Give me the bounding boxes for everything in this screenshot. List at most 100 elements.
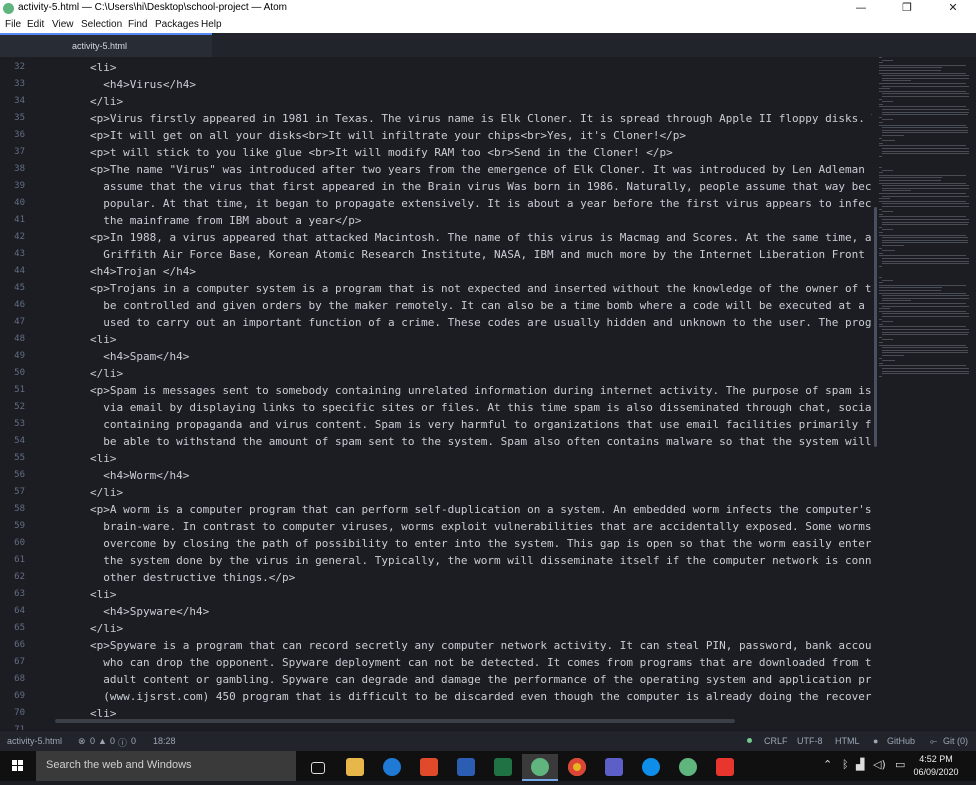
line-number: 36 [14,130,25,140]
code-line[interactable]: <p>Virus firstly appeared in 1981 in Tex… [90,110,872,127]
code-line[interactable]: the mainframe from IBM about a year</p> [90,212,361,229]
taskbar-clock[interactable]: 4:52 PM 06/09/2020 [912,753,960,779]
code-line[interactable]: containing propaganda and virus content.… [90,416,872,433]
taskbar-anydesk[interactable] [707,754,743,781]
horizontal-scrollbar[interactable] [55,719,735,723]
github-button[interactable]: GitHub [887,736,915,746]
code-line[interactable]: </li> [90,620,123,637]
taskbar-excel[interactable] [485,754,521,781]
editor-pane[interactable]: 32 33 34 35 36 37 38 39 40 41 42 43 44 45 46 47 48 49 50 51… [0,57,976,735]
code-line[interactable]: <p>Spyware is a program that can record … [90,637,872,654]
code-line[interactable]: (www.ijsrst.com) 450 program that is dif… [90,688,872,705]
task-view-button[interactable] [300,754,336,781]
menu-selection[interactable]: Selection [81,19,122,30]
code-line[interactable]: <p>A worm is a computer program that can… [90,501,872,518]
encoding[interactable]: UTF-8 [797,736,823,746]
taskbar-chrome[interactable] [559,754,595,781]
code-line[interactable]: assume that the virus that first appeare… [90,178,872,195]
action-center-icon[interactable]: ▭ [895,758,905,771]
line-number: 65 [14,623,25,633]
minimap-line [882,321,893,323]
code-line[interactable]: <p>Spam is messages sent to somebody con… [90,382,872,399]
status-file-name[interactable]: activity-5.html [7,736,62,746]
minimap-line [879,357,882,359]
volume-icon[interactable]: ◁) [873,758,886,771]
line-ending[interactable]: CRLF [764,736,788,746]
code-line[interactable]: <p>In 1988, a virus appeared that attack… [90,229,872,246]
code-line[interactable]: <p>t will stick to you like glue <br>It … [90,144,673,161]
tray-overflow-icon[interactable]: ⌃ [823,758,832,771]
minimap-line [882,339,893,341]
code-line[interactable]: brain-ware. In contrast to computer viru… [90,518,872,535]
minimap[interactable] [878,57,976,397]
code-line[interactable]: <li> [90,586,117,603]
network-icon[interactable]: ▟ [856,758,864,771]
code-line[interactable]: adult content or gambling. Spyware can d… [90,671,872,688]
cursor-position[interactable]: 18:28 [153,736,176,746]
start-button[interactable] [0,751,36,781]
code-line[interactable]: <p>The name "Virus" was introduced after… [90,161,872,178]
menu-packages[interactable]: Packages [155,19,199,30]
code-line[interactable]: </li> [90,365,123,382]
menu-find[interactable]: Find [128,19,147,30]
minimize-button[interactable]: — [838,0,884,17]
git-button[interactable]: Git (0) [943,736,968,746]
taskbar-atom-2[interactable] [670,754,706,781]
taskbar-file-explorer[interactable] [337,754,373,781]
minimap-line [879,292,966,294]
close-button[interactable]: ✕ [930,0,976,17]
code-line[interactable]: other destructive things.</p> [90,569,295,586]
menu-file[interactable]: File [5,19,21,30]
code-line[interactable]: who can drop the opponent. Spyware deplo… [90,654,872,671]
warning-count[interactable]: 0 [110,736,115,746]
error-count[interactable]: 0 [90,736,95,746]
code-line[interactable]: popular. At that time, it began to propa… [90,195,872,212]
minimap-line [879,247,882,249]
minimap-line [882,85,969,87]
bluetooth-icon[interactable]: ᛒ [842,758,849,771]
taskbar-search-box[interactable]: Search the web and Windows [36,751,296,781]
menu-view[interactable]: View [52,19,74,30]
code-line[interactable]: the system done by the virus in general.… [90,552,872,569]
taskbar-teams[interactable] [596,754,632,781]
code-line[interactable]: used to carry out an important function … [90,314,872,331]
minimap-line [879,155,882,157]
restore-button[interactable]: ❐ [884,0,930,17]
info-count[interactable]: 0 [131,736,136,746]
tab-activity-5[interactable]: activity-5.html [0,33,212,57]
menu-edit[interactable]: Edit [27,19,44,30]
code-line[interactable]: <li> [90,331,117,348]
minimap-line [879,70,941,71]
code-line[interactable]: <h4>Spam</h4> [90,348,189,365]
code-line[interactable]: <p>Trojans in a computer system is a pro… [90,280,872,297]
menu-help[interactable]: Help [201,19,222,30]
tab-label: activity-5.html [72,41,128,51]
code-line[interactable]: </li> [90,484,123,501]
minimap-line [879,282,883,284]
code-line[interactable]: Griffith Air Force Base, Korean Atomic R… [90,246,872,263]
line-number: 44 [14,266,25,276]
code-line[interactable]: be able to withstand the amount of spam … [90,433,872,450]
taskbar-atom[interactable] [522,754,558,781]
code-line[interactable]: <li> [90,59,117,76]
code-line[interactable]: </li> [90,93,123,110]
taskbar-teamviewer[interactable] [633,754,669,781]
minimap-line [879,172,883,174]
code-area[interactable]: <li> <h4>Virus</h4> </li> <p>Virus firstly… [90,57,872,722]
code-line[interactable]: overcome by closing the path of possibil… [90,535,872,552]
vertical-scrollbar[interactable] [874,207,877,447]
line-number: 33 [14,79,25,89]
code-line[interactable]: <p>It will get on all your disks<br>It w… [90,127,686,144]
code-line[interactable]: <h4>Spyware</h4> [90,603,209,620]
code-line[interactable]: via email by displaying links to specifi… [90,399,872,416]
code-line[interactable]: <li> [90,450,117,467]
line-number: 39 [14,181,25,191]
taskbar-word[interactable] [448,754,484,781]
code-line[interactable]: <h4>Trojan </h4> [90,263,196,280]
code-line[interactable]: <h4>Virus</h4> [90,76,196,93]
taskbar-edge[interactable] [374,754,410,781]
grammar[interactable]: HTML [835,736,860,746]
taskbar-office[interactable] [411,754,447,781]
code-line[interactable]: <h4>Worm</h4> [90,467,189,484]
code-line[interactable]: be controlled and given orders by the ma… [90,297,872,314]
